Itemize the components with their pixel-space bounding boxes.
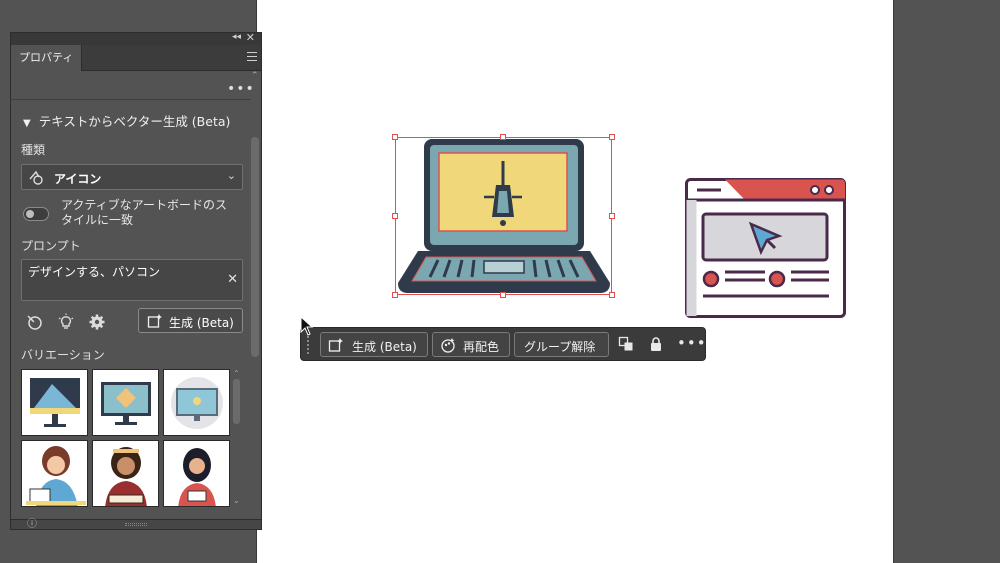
panel-menu-icon[interactable] — [247, 52, 257, 62]
scroll-down-icon[interactable]: ⌄ — [233, 496, 240, 505]
kind-dropdown[interactable]: アイコン ⌄ — [21, 164, 243, 190]
clear-icon[interactable]: ✕ — [227, 272, 238, 287]
prompt-text: デザインする、パソコン — [28, 265, 161, 279]
prompt-label: プロンプト — [21, 239, 81, 253]
ungroup-label: グループ解除 — [524, 340, 596, 354]
monitor-variation-3 — [171, 377, 223, 429]
variation-thumbnail[interactable] — [21, 440, 88, 507]
tab-properties[interactable]: プロパティ — [11, 45, 83, 71]
selection-handle[interactable] — [392, 134, 398, 140]
monitor-variation-2 — [101, 382, 151, 425]
variation-thumbnail[interactable] — [21, 369, 88, 436]
toggle-knob — [26, 210, 34, 218]
scroll-up-icon[interactable]: ⌃ — [233, 369, 240, 378]
scroll-up-icon[interactable]: ⌃ — [251, 71, 259, 81]
drag-handle[interactable] — [307, 336, 311, 354]
variation-thumbnail[interactable] — [92, 369, 159, 436]
divider — [11, 99, 251, 100]
variation-thumbnail[interactable] — [163, 440, 230, 507]
section-header[interactable]: ▼ テキストからベクター生成 (Beta) — [23, 111, 230, 130]
scrollbar-thumb[interactable] — [251, 137, 259, 357]
gear-icon[interactable] — [88, 313, 106, 331]
generate-label: 生成 (Beta) — [169, 316, 234, 330]
generate-icon — [147, 314, 162, 328]
properties-panel: ◂◂ ✕ プロパティ ⌃ ••• ▼ テキストからベクター生成 (Beta) 種類… — [10, 32, 262, 530]
selection-handle[interactable] — [609, 134, 615, 140]
variations-label: バリエーション — [21, 348, 105, 362]
match-style-label: アクティブなアートボードのスタイルに一致 — [61, 198, 227, 227]
selection-handle[interactable] — [609, 213, 615, 219]
selection-handle[interactable] — [609, 292, 615, 298]
contextual-task-bar: 生成 (Beta) 再配色 グループ解除 ••• — [300, 327, 706, 361]
more-options-button[interactable]: ••• — [677, 334, 707, 352]
person-variation-3 — [178, 448, 216, 506]
monitor-variation-1 — [30, 378, 80, 427]
panel-tab-bar: プロパティ — [11, 45, 261, 71]
panel-resize-bar[interactable]: ⓘ — [11, 519, 261, 529]
collapse-panel-icon[interactable]: ◂◂ — [232, 33, 241, 42]
chevron-down-icon: ▼ — [23, 118, 31, 129]
arrange-icon[interactable] — [618, 336, 634, 352]
recolor-label: 再配色 — [463, 340, 500, 354]
variation-thumbnail[interactable] — [163, 369, 230, 436]
resize-grip-icon[interactable] — [125, 523, 147, 526]
more-options-button[interactable]: ••• — [227, 81, 255, 97]
variation-thumbnail[interactable] — [92, 440, 159, 507]
taskbar-generate-button[interactable]: 生成 (Beta) — [320, 332, 428, 357]
selection-bounding-box[interactable] — [395, 137, 612, 295]
panel-titlebar[interactable]: ◂◂ ✕ — [11, 33, 261, 45]
lightbulb-icon[interactable] — [57, 313, 75, 331]
style-picker-icon[interactable] — [25, 313, 43, 331]
generate-icon — [328, 338, 343, 352]
scrollbar-thumb[interactable] — [233, 379, 240, 424]
kind-label: 種類 — [21, 143, 46, 157]
taskbar-generate-label: 生成 (Beta) — [352, 340, 417, 354]
shapes-icon — [29, 170, 43, 185]
recolor-icon — [441, 338, 455, 353]
prompt-input[interactable]: デザインする、パソコン ✕ — [21, 259, 243, 301]
mouse-cursor-icon — [300, 316, 314, 336]
kind-value: アイコン — [54, 172, 102, 186]
info-icon[interactable]: ⓘ — [27, 515, 37, 529]
person-variation-2 — [105, 447, 147, 506]
close-icon[interactable]: ✕ — [246, 33, 255, 44]
lock-icon[interactable] — [648, 336, 664, 352]
generate-button[interactable]: 生成 (Beta) — [138, 308, 243, 333]
recolor-button[interactable]: 再配色 — [432, 332, 510, 357]
browser-window-artwork[interactable] — [685, 178, 847, 320]
selection-handle[interactable] — [392, 213, 398, 219]
ungroup-button[interactable]: グループ解除 — [514, 332, 609, 357]
person-variation-1 — [26, 446, 86, 506]
section-title: テキストからベクター生成 (Beta) — [38, 114, 231, 129]
chevron-down-icon: ⌄ — [226, 169, 236, 182]
match-style-toggle[interactable] — [23, 207, 49, 221]
selection-handle[interactable] — [392, 292, 398, 298]
panel-scrollbar[interactable]: ⌃ — [251, 71, 259, 515]
selection-handle[interactable] — [500, 292, 506, 298]
selection-handle[interactable] — [500, 134, 506, 140]
variations-scrollbar[interactable]: ⌃ ⌄ — [233, 369, 241, 505]
